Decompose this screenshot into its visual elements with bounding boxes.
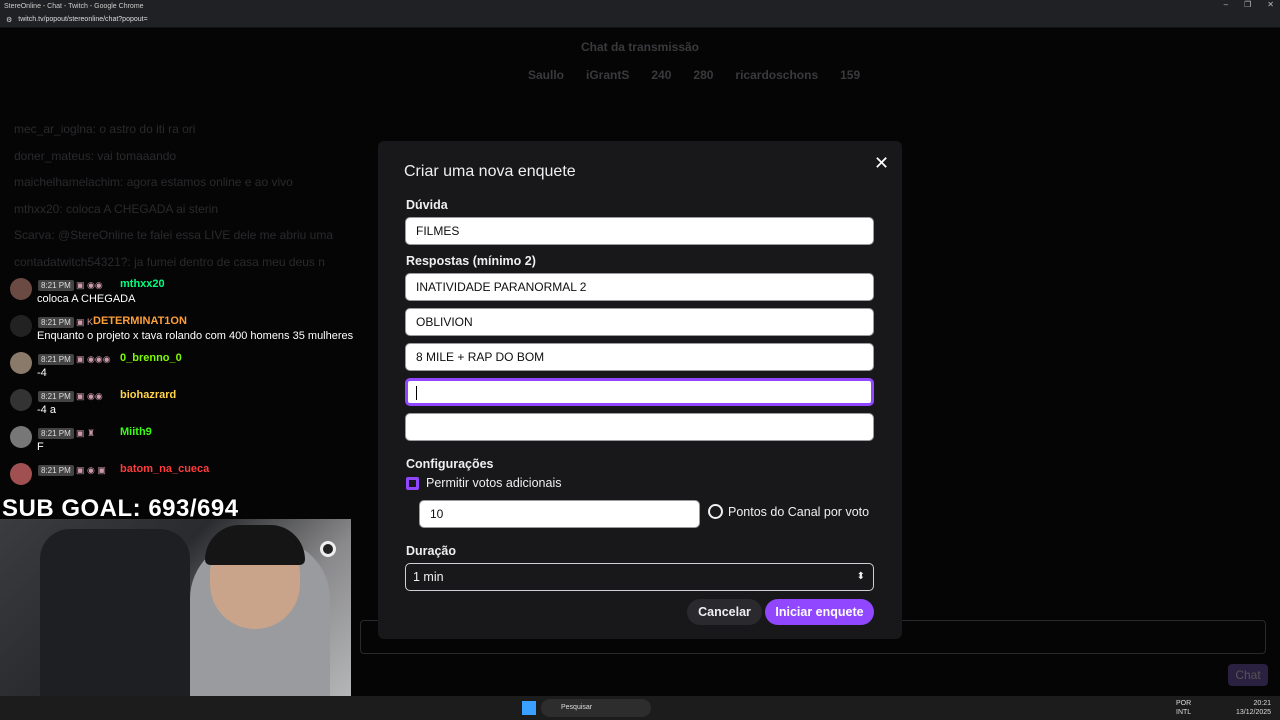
answer-field-2[interactable]: OBLIVION (405, 308, 874, 336)
message-time: 8:21 PM (38, 465, 74, 476)
overlay-message: 8:21 PM ▣ ♜ Miith9 F (10, 426, 370, 463)
answer-field-4[interactable] (405, 378, 874, 406)
modal-title: Criar uma nova enquete (404, 163, 576, 180)
overlay-message: 8:21 PM ▣ K DETERMINAT1ON Enquanto o pro… (10, 315, 370, 352)
leader-5: ricardoschons (735, 68, 819, 82)
badge-icons: ▣ ◉ ▣ (76, 465, 106, 475)
minimize-icon[interactable]: – (1224, 0, 1228, 9)
window-titlebar: StereOnline - Chat - Twitch - Google Chr… (0, 0, 1280, 12)
message-user: Miith9 (120, 426, 152, 438)
stream-chat-overlay: 8:21 PM ▣ ◉◉ mthxx20 coloca A CHEGADA 8:… (10, 278, 370, 500)
cap-shape (205, 525, 305, 565)
text-caret (416, 385, 417, 400)
message-time: 8:21 PM (38, 354, 74, 365)
message-user: DETERMINAT1ON (93, 315, 187, 327)
message-time: 8:21 PM (38, 317, 74, 328)
duration-select[interactable]: 1 min ⬍ (405, 563, 874, 591)
message-user: mthxx20 (120, 278, 165, 290)
background-chat: mec_ar_ioglna: o astro do iti ra ori don… (14, 116, 384, 275)
answer-field-3[interactable]: 8 MILE + RAP DO BOM (405, 343, 874, 371)
lang-code: POR (1176, 700, 1192, 707)
avatar (10, 426, 32, 448)
allow-extra-votes-label[interactable]: Permitir votos adicionais (426, 476, 561, 490)
badge-icons: ▣ ♜ (76, 428, 96, 438)
chair-shape (40, 529, 190, 696)
camera-record-icon (320, 541, 336, 557)
answer-field-5[interactable] (405, 413, 874, 441)
message-time: 8:21 PM (38, 391, 74, 402)
webcam-feed (0, 519, 351, 696)
overlay-message: 8:21 PM ▣ ◉◉◉ 0_brenno_0 -4 (10, 352, 370, 389)
restore-icon[interactable]: ❐ (1244, 0, 1251, 9)
answers-label: Respostas (mínimo 2) (406, 254, 536, 268)
message-text: F (37, 441, 44, 453)
duration-value: 1 min (413, 570, 444, 584)
taskbar-search[interactable]: Pesquisar (541, 699, 651, 717)
message-user: 0_brenno_0 (120, 352, 182, 364)
cancel-button[interactable]: Cancelar (687, 599, 762, 625)
message-user: biohazrard (120, 389, 177, 401)
leader-3: 240 (651, 68, 672, 82)
avatar (10, 278, 32, 300)
question-label: Dúvida (406, 198, 448, 212)
channel-points-input[interactable]: 10 (419, 500, 700, 528)
windows-taskbar: Pesquisar POR INTL 20:21 13/12/2025 (0, 696, 1280, 720)
start-poll-button[interactable]: Iniciar enquete (765, 599, 874, 625)
badge-icons: ▣ ◉◉◉ (76, 354, 111, 364)
overlay-message: 8:21 PM ▣ ◉◉ mthxx20 coloca A CHEGADA (10, 278, 370, 315)
chat-send-button[interactable]: Chat (1228, 664, 1268, 686)
leader-1: Saullo (528, 68, 565, 82)
chat-line: maichelhamelachim: agora estamos online … (14, 175, 293, 189)
layout-code: INTL (1176, 709, 1192, 716)
message-text: -4 a (37, 404, 56, 416)
avatar (10, 352, 32, 374)
chat-line: contadatwitch54321?: ja fumei dentro de … (14, 254, 325, 269)
answer-field-1[interactable]: INATIVIDADE PARANORMAL 2 (405, 273, 874, 301)
windows-start-icon[interactable] (522, 701, 536, 715)
clock-date: 13/12/2025 (1236, 709, 1272, 716)
channel-points-label: Pontos do Canal por voto (728, 505, 870, 519)
clock-time: 20:21 (1253, 700, 1272, 707)
badge-icons: ▣ K (76, 317, 94, 327)
avatar (10, 463, 32, 485)
message-text: -4 (37, 367, 47, 379)
badge-icons: ▣ ◉◉ (76, 280, 103, 290)
message-text: Enquanto o projeto x tava rolando com 40… (37, 330, 354, 342)
leader-2: iGrantS (586, 68, 630, 82)
settings-label: Configurações (406, 457, 494, 471)
close-icon[interactable]: ✕ (874, 153, 889, 174)
duration-label: Duração (406, 544, 457, 558)
avatar (10, 389, 32, 411)
message-time: 8:21 PM (38, 280, 74, 291)
taskbar-clock[interactable]: 20:21 13/12/2025 (1236, 699, 1271, 717)
overlay-message: 8:21 PM ▣ ◉◉ biohazrard -4 a (10, 389, 370, 426)
page-content: Chat da transmissão Saullo iGrantS 240 2… (0, 28, 1280, 696)
leader-6: 159 (840, 68, 861, 82)
language-indicator[interactable]: POR INTL (1176, 699, 1191, 717)
channel-points-icon (708, 504, 723, 519)
message-time: 8:21 PM (38, 428, 74, 439)
chat-line: mec_ar_ioglna: o astro do iti ra ori (14, 122, 196, 136)
chat-line: doner_mateus: vai tomaaando (14, 148, 177, 163)
url-text[interactable]: twitch.tv/popout/stereonline/chat?popout… (18, 16, 147, 23)
site-settings-icon[interactable]: ⚙ (6, 16, 12, 24)
leaderboard: Saullo iGrantS 240 280 ricardoschons 159 (528, 68, 860, 82)
create-poll-modal: Criar uma nova enquete ✕ Dúvida FILMES R… (378, 141, 902, 639)
leader-4: 280 (693, 68, 714, 82)
close-window-icon[interactable]: ✕ (1267, 0, 1274, 9)
window-title: StereOnline - Chat - Twitch - Google Chr… (4, 2, 144, 10)
chat-line: Scarva: @StereOnline te falei essa LIVE … (14, 228, 334, 242)
chat-header: Chat da transmissão (580, 40, 700, 54)
chat-line: mthxx20: coloca A CHEGADA ai sterin (14, 201, 219, 216)
question-field[interactable]: FILMES (405, 217, 874, 245)
message-user: batom_na_cueca (120, 463, 210, 475)
select-arrows-icon: ⬍ (856, 571, 865, 582)
address-bar[interactable]: ⚙ twitch.tv/popout/stereonline/chat?popo… (0, 12, 1280, 28)
allow-extra-votes-checkbox[interactable] (406, 477, 419, 490)
badge-icons: ▣ ◉◉ (76, 391, 103, 401)
message-text: coloca A CHEGADA (37, 293, 136, 305)
avatar (10, 315, 32, 337)
